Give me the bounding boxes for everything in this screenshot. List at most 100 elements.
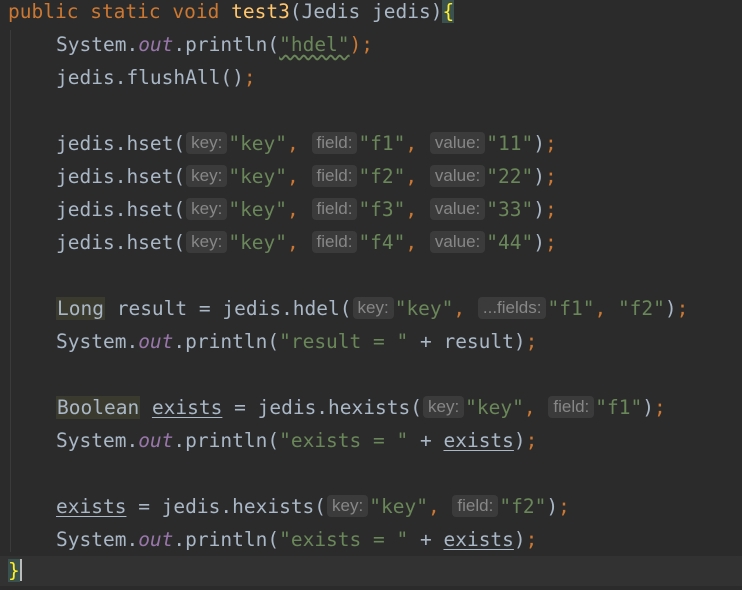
paren: ( bbox=[289, 0, 302, 23]
comma: , bbox=[405, 165, 429, 188]
param-hint-key: key: bbox=[186, 198, 228, 220]
code-line-current[interactable]: } bbox=[0, 556, 742, 586]
code-text: = jedis.hexists( bbox=[222, 396, 422, 419]
variable-name: exists bbox=[443, 528, 514, 551]
string-literal: "exists = " bbox=[279, 528, 409, 551]
string-literal: "f2" bbox=[358, 165, 406, 188]
code-line[interactable]: jedis.hset(key: "key", field: "f3", value:… bbox=[56, 196, 742, 224]
method-call: jedis.flushAll() bbox=[56, 66, 244, 89]
comma: , bbox=[453, 297, 477, 320]
code-text: + result) bbox=[408, 330, 526, 353]
code-text: = jedis.hexists( bbox=[126, 495, 327, 518]
code-line[interactable]: System.out.println("exists = " + exists)… bbox=[56, 427, 742, 455]
param-hint-field: field: bbox=[311, 132, 358, 154]
param-hint-field: field: bbox=[548, 396, 595, 418]
code-text: + bbox=[408, 528, 444, 551]
static-field: out bbox=[138, 528, 174, 551]
code-line[interactable]: jedis.hset(key: "key", field: "f4", value:… bbox=[56, 229, 742, 257]
comma: , bbox=[405, 198, 429, 221]
semicolon: ; bbox=[544, 132, 557, 155]
variable-name: exists bbox=[443, 429, 514, 452]
code-line[interactable]: System.out.println("hdel"); bbox=[56, 31, 742, 59]
method-call: .println( bbox=[173, 33, 280, 56]
string-literal: "f2" bbox=[617, 297, 665, 320]
paren: ) bbox=[533, 198, 545, 221]
class-ref: System. bbox=[56, 528, 139, 551]
comma: , bbox=[287, 198, 311, 221]
method-call: jedis.hset( bbox=[56, 198, 186, 221]
statement-end: ); bbox=[349, 33, 374, 56]
param-hint-fields: ...fields: bbox=[477, 297, 547, 319]
type-name: Boolean bbox=[56, 396, 141, 419]
string-literal: "key" bbox=[369, 495, 428, 518]
param-hint-key: key: bbox=[186, 132, 228, 154]
param-hint-field: field: bbox=[311, 198, 358, 220]
code-line[interactable]: jedis.hset(key: "key", field: "f1", value:… bbox=[56, 130, 742, 158]
code-text: result = jedis.hdel( bbox=[104, 297, 352, 320]
semicolon: ; bbox=[243, 66, 256, 89]
string-literal: "hdel" bbox=[279, 33, 350, 56]
paren: ) bbox=[430, 0, 443, 23]
semicolon: ; bbox=[525, 429, 538, 452]
string-literal: "exists = " bbox=[279, 429, 409, 452]
code-line[interactable]: Boolean exists = jedis.hexists(key: "key"… bbox=[56, 394, 742, 422]
comma: , bbox=[287, 132, 311, 155]
code-editor[interactable]: public static void test3(Jedis jedis){ S… bbox=[0, 0, 742, 590]
string-literal: "11" bbox=[486, 132, 534, 155]
comma: , bbox=[405, 231, 429, 254]
param-hint-key: key: bbox=[352, 297, 394, 319]
paren: ) bbox=[513, 429, 526, 452]
code-line[interactable]: Long result = jedis.hdel(key: "key", ...f… bbox=[56, 295, 742, 323]
paren: ) bbox=[513, 528, 526, 551]
code-line[interactable]: System.out.println("exists = " + exists)… bbox=[56, 526, 742, 554]
string-literal: "44" bbox=[486, 231, 534, 254]
param-hint-field: field: bbox=[311, 231, 358, 253]
code-line[interactable]: jedis.flushAll(); bbox=[56, 64, 742, 92]
comma: , bbox=[405, 132, 429, 155]
semicolon: ; bbox=[525, 330, 538, 353]
keyword: static bbox=[90, 0, 161, 23]
string-literal: "f3" bbox=[358, 198, 406, 221]
string-literal: "key" bbox=[394, 297, 454, 320]
semicolon: ; bbox=[544, 198, 557, 221]
class-ref: System. bbox=[56, 429, 139, 452]
text-caret bbox=[19, 559, 22, 581]
variable-name: exists bbox=[56, 495, 127, 518]
paren: ) bbox=[664, 297, 677, 320]
method-call: .println( bbox=[173, 429, 280, 452]
param-hint-value: value: bbox=[429, 198, 486, 220]
string-literal: "f1" bbox=[358, 132, 406, 155]
string-literal: "key" bbox=[465, 396, 524, 419]
code-line[interactable]: System.out.println("result = " + result)… bbox=[56, 328, 742, 356]
param-hint-field: field: bbox=[452, 495, 499, 517]
type-name: Long bbox=[56, 297, 105, 320]
keyword: public bbox=[8, 0, 79, 23]
string-literal: "f1" bbox=[547, 297, 595, 320]
comma: , bbox=[287, 231, 311, 254]
string-literal: "f4" bbox=[358, 231, 406, 254]
code-line[interactable]: exists = jedis.hexists(key: "key", field:… bbox=[56, 493, 742, 521]
semicolon: ; bbox=[654, 396, 666, 419]
param-name: jedis bbox=[372, 0, 431, 23]
string-literal: "key" bbox=[228, 231, 288, 254]
method-call: jedis.hset( bbox=[56, 231, 186, 254]
code-line[interactable]: jedis.hset(key: "key", field: "f2", value:… bbox=[56, 163, 742, 191]
param-hint-value: value: bbox=[429, 132, 486, 154]
param-hint-key: key: bbox=[186, 165, 228, 187]
param-hint-key: key: bbox=[327, 495, 369, 517]
string-literal: "22" bbox=[486, 165, 534, 188]
keyword: void bbox=[172, 0, 220, 23]
open-brace-matched: { bbox=[442, 0, 455, 23]
string-literal: "key" bbox=[228, 132, 288, 155]
method-call: .println( bbox=[173, 528, 280, 551]
string-literal: "result = " bbox=[279, 330, 409, 353]
comma: , bbox=[594, 297, 618, 320]
string-literal: "33" bbox=[486, 198, 534, 221]
static-field: out bbox=[138, 429, 174, 452]
code-line-method-signature[interactable]: public static void test3(Jedis jedis){ bbox=[8, 0, 742, 26]
semicolon: ; bbox=[525, 528, 538, 551]
variable-name: exists bbox=[151, 396, 223, 419]
param-hint-key: key: bbox=[186, 231, 228, 253]
close-brace-matched: } bbox=[8, 559, 20, 582]
param-hint-value: value: bbox=[429, 231, 486, 253]
